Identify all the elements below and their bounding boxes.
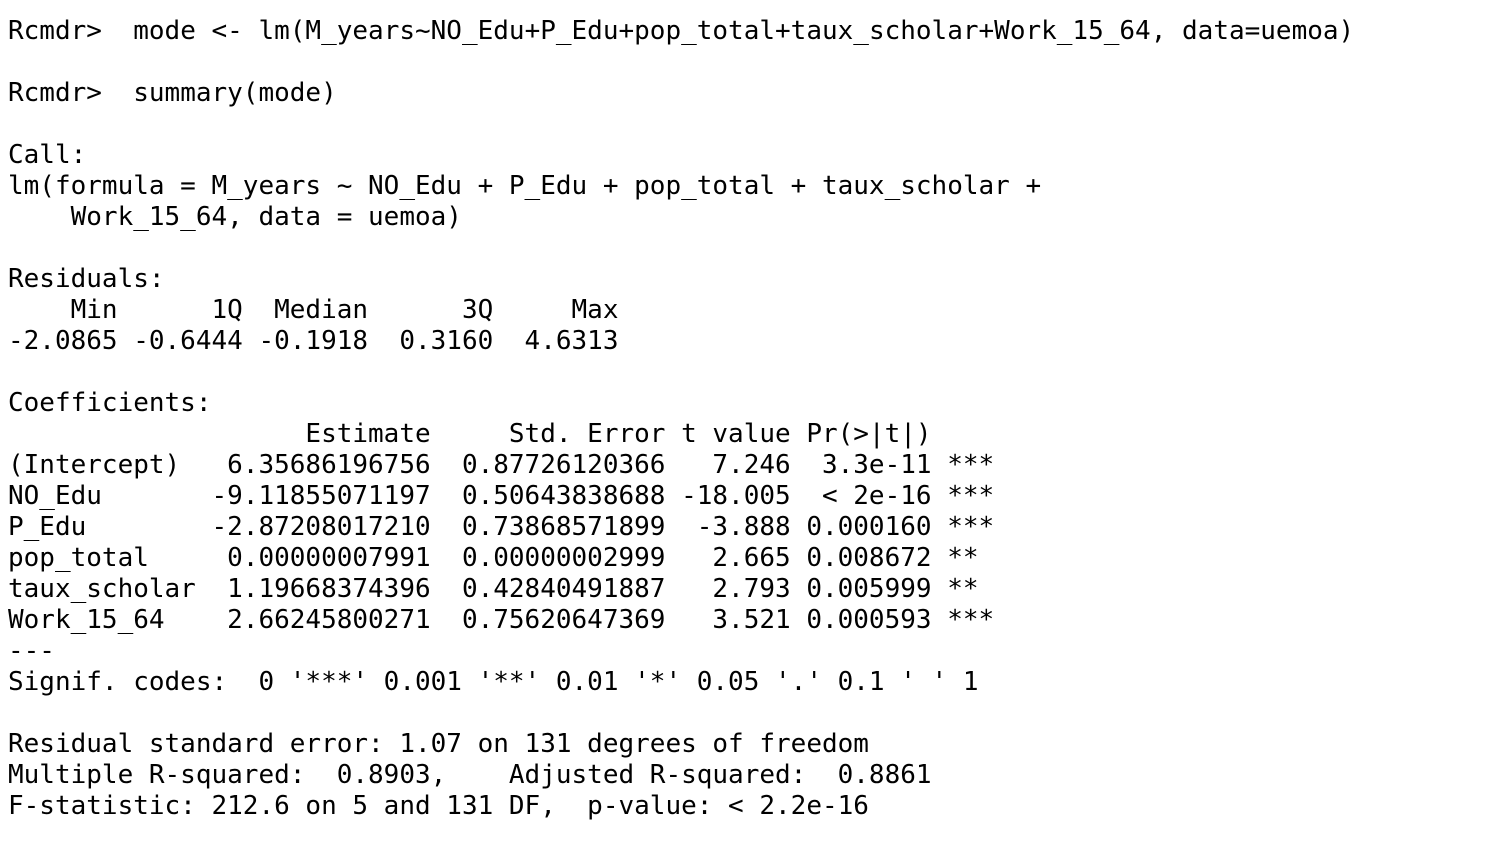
- coefficient-row-p-edu: P_Edu -2.87208017210 0.73868571899 -3.88…: [8, 512, 995, 542]
- coefficients-header: Coefficients:: [8, 388, 212, 418]
- call-formula-line-1: lm(formula = M_years ~ NO_Edu + P_Edu + …: [8, 171, 1042, 201]
- coefficients-column-headers: Estimate Std. Error t value Pr(>|t|): [8, 419, 995, 449]
- call-formula-line-2: Work_15_64, data = uemoa): [8, 202, 462, 232]
- r-squared-line: Multiple R-squared: 0.8903, Adjusted R-s…: [8, 760, 948, 790]
- coefficient-row-pop-total: pop_total 0.00000007991 0.00000002999 2.…: [8, 543, 995, 573]
- f-statistic-line: F-statistic: 212.6 on 5 and 131 DF, p-va…: [8, 791, 869, 821]
- residual-standard-error: Residual standard error: 1.07 on 131 deg…: [8, 729, 869, 759]
- command-line-summary: Rcmdr> summary(mode): [8, 78, 1354, 109]
- coefficient-row-no-edu: NO_Edu -9.11855071197 0.50643838688 -18.…: [8, 481, 995, 511]
- command-text: summary(mode): [133, 78, 337, 108]
- signif-codes: Signif. codes: 0 '***' 0.001 '**' 0.01 '…: [8, 667, 979, 697]
- console-prompt: Rcmdr>: [8, 78, 102, 108]
- coefficient-row-intercept: (Intercept) 6.35686196756 0.87726120366 …: [8, 450, 995, 480]
- call-header: Call:: [8, 140, 87, 170]
- residuals-values: -2.0865 -0.6444 -0.1918 0.3160 4.6313: [8, 326, 635, 356]
- command-line-lm: Rcmdr> mode <- lm(M_years~NO_Edu+P_Edu+p…: [8, 16, 1354, 47]
- command-text: mode <- lm(M_years~NO_Edu+P_Edu+pop_tota…: [133, 16, 1355, 46]
- residuals-labels: Min 1Q Median 3Q Max: [8, 295, 635, 325]
- residuals-header: Residuals:: [8, 264, 165, 294]
- coefficient-row-taux-scholar: taux_scholar 1.19668374396 0.42840491887…: [8, 574, 995, 604]
- coefficient-row-work-15-64: Work_15_64 2.66245800271 0.75620647369 3…: [8, 605, 995, 635]
- coefficients-separator: ---: [8, 636, 55, 666]
- r-console-output: Rcmdr> mode <- lm(M_years~NO_Edu+P_Edu+p…: [8, 16, 1354, 822]
- console-prompt: Rcmdr>: [8, 16, 102, 46]
